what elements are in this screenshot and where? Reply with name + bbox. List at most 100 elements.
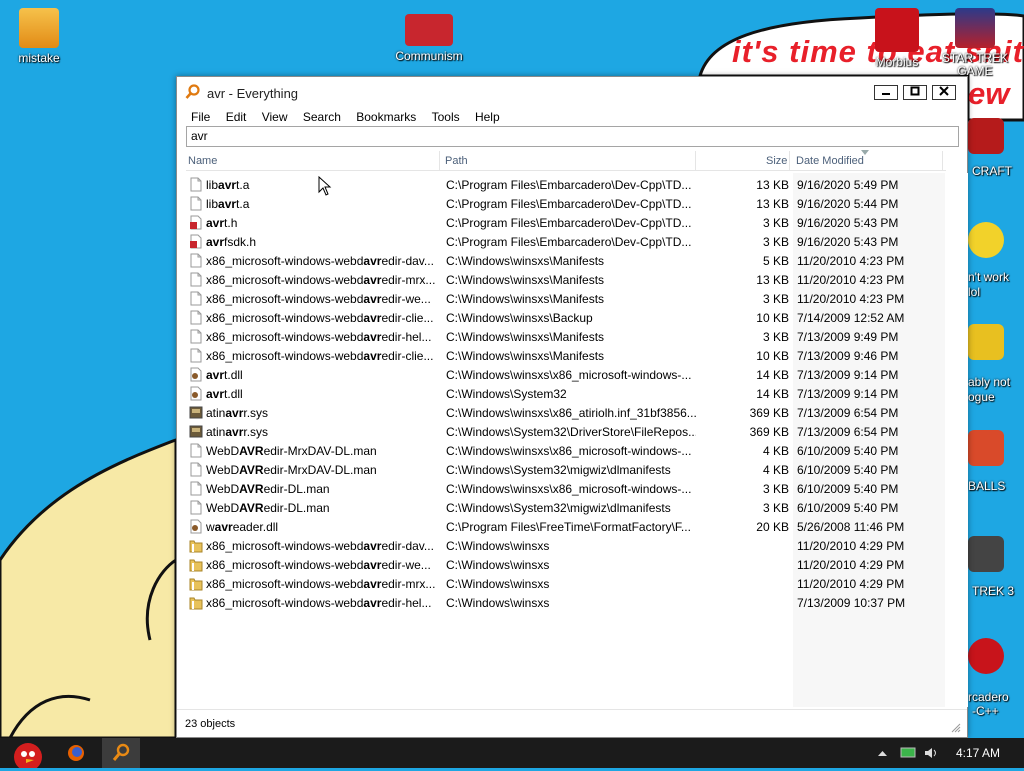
column-date-modified[interactable]: Date Modified [796,155,864,167]
desktop-icon-morbius[interactable]: Morbius [854,8,940,69]
network-icon[interactable] [900,747,916,759]
folder-icon [189,557,203,572]
file-size: 13 KB [756,197,789,211]
table-row[interactable]: wavreader.dll C:\Program Files\FreeTime\F… [177,517,969,536]
file-size: 20 KB [756,520,789,534]
file-date: 11/20/2010 4:29 PM [797,577,905,591]
pencil-icon[interactable] [968,430,1004,466]
file-icon [189,481,203,496]
file-size: 3 KB [762,235,789,249]
file-size: 10 KB [756,349,789,363]
file-path: C:\Windows\winsxs [446,558,550,572]
file-size: 13 KB [756,273,789,287]
minecraft-icon[interactable] [968,118,1004,154]
desktop-icon-star-trek-game[interactable]: STAR TREK GAME [932,8,1018,78]
table-row[interactable]: atinavrr.sys C:\Windows\winsxs\x86_atirio… [177,403,969,422]
file-icon [189,310,203,325]
game-icon [955,8,995,48]
file-path: C:\Windows\winsxs\x86_atiriolh.inf_31bf3… [446,406,696,420]
table-row[interactable]: x86_microsoft-windows-webdavredir-mrx...… [177,270,969,289]
column-path[interactable]: Path [445,155,468,167]
close-button[interactable] [932,85,956,100]
minimize-button[interactable] [874,85,898,100]
table-row[interactable]: x86_microsoft-windows-webdavredir-we... C… [177,555,969,574]
table-row[interactable]: atinavrr.sys C:\Windows\System32\DriverSt… [177,422,969,441]
menu-tools[interactable]: Tools [426,107,466,127]
sort-arrow-icon [861,150,869,155]
menu-file[interactable]: File [185,107,216,127]
table-row[interactable]: x86_microsoft-windows-webdavredir-hel...… [177,327,969,346]
menu-search[interactable]: Search [297,107,347,127]
table-row[interactable]: WebDAVRedir-DL.man C:\Windows\System32\mi… [177,498,969,517]
table-row[interactable]: x86_microsoft-windows-webdavredir-clie..… [177,346,969,365]
start-button[interactable] [4,738,50,771]
file-size: 10 KB [756,311,789,325]
column-divider[interactable] [942,151,943,171]
table-row[interactable]: x86_microsoft-windows-webdavredir-we... C… [177,289,969,308]
file-date: 7/13/2009 10:37 PM [797,596,906,610]
file-path: C:\Windows\winsxs\x86_microsoft-windows-… [446,444,692,458]
file-date: 9/16/2020 5:49 PM [797,178,899,192]
menu-help[interactable]: Help [469,107,506,127]
file-size: 369 KB [749,425,789,439]
volume-icon[interactable] [924,747,940,759]
gear-icon[interactable] [968,324,1004,360]
file-date: 7/13/2009 6:54 PM [797,425,899,439]
search-input[interactable]: avr [186,126,959,147]
side-label: -C++ [972,704,999,718]
file-name: x86_microsoft-windows-webdavredir-hel... [206,330,432,344]
desktop-icon-mistake[interactable]: mistake [0,8,82,65]
file-date: 11/20/2010 4:29 PM [797,558,905,572]
menu-bookmarks[interactable]: Bookmarks [350,107,422,127]
angry-bird-icon [14,743,42,771]
table-row[interactable]: x86_microsoft-windows-webdavredir-dav...… [177,536,969,555]
file-path: C:\Windows\winsxs\Manifests [446,349,605,363]
column-name[interactable]: Name [188,155,217,167]
dev-cpp-icon[interactable] [968,638,1004,674]
table-row[interactable]: avrt.h C:\Program Files\Embarcadero\Dev-C… [177,213,969,232]
desktop-icon-communism[interactable]: Communism [386,8,472,63]
menu-edit[interactable]: Edit [220,107,253,127]
table-row[interactable]: libavrt.a C:\Program Files\Embarcadero\De… [177,175,969,194]
maximize-button[interactable] [903,85,927,100]
file-path: C:\Program Files\Embarcadero\Dev-Cpp\TD.… [446,235,692,249]
column-divider[interactable] [695,151,696,171]
file-size: 3 KB [762,216,789,230]
taskbar-everything[interactable] [102,738,140,768]
clock[interactable]: 4:17 AM [956,746,1000,760]
table-row[interactable]: WebDAVRedir-MrxDAV-DL.man C:\Windows\wins… [177,441,969,460]
table-row[interactable]: libavrt.a C:\Program Files\Embarcadero\De… [177,194,969,213]
file-date: 11/20/2010 4:29 PM [797,539,905,553]
column-divider[interactable] [439,151,440,171]
column-divider[interactable] [789,151,790,171]
show-hidden-icons-icon[interactable] [876,747,889,759]
star-trek-icon[interactable] [968,536,1004,572]
minimize-icon [882,93,890,95]
maximize-icon [910,86,920,96]
table-row[interactable]: x86_microsoft-windows-webdavredir-dav...… [177,251,969,270]
file-name: x86_microsoft-windows-webdavredir-we... [206,292,431,306]
table-row[interactable]: x86_microsoft-windows-webdavredir-clie..… [177,308,969,327]
menu-view[interactable]: View [256,107,294,127]
table-row[interactable]: avrfsdk.h C:\Program Files\Embarcadero\De… [177,232,969,251]
smiley-icon[interactable] [968,222,1004,258]
table-row[interactable]: avrt.dll C:\Windows\System32 14 KB 7/13/200… [177,384,969,403]
table-row[interactable]: x86_microsoft-windows-webdavredir-mrx...… [177,574,969,593]
file-date: 11/20/2010 4:23 PM [797,292,905,306]
side-label: TREK 3 [972,584,1015,598]
file-path: C:\Windows\winsxs\x86_microsoft-windows-… [446,482,692,496]
wallpaper-text-2: ew [968,76,1010,111]
title-bar[interactable]: avr - Everything [177,77,967,107]
file-icon [189,348,203,363]
taskbar-firefox[interactable] [58,738,94,768]
table-row[interactable]: x86_microsoft-windows-webdavredir-hel...… [177,593,969,612]
file-icon [189,253,203,268]
column-size[interactable]: Size [766,155,787,167]
mouse-cursor-icon [318,176,332,196]
table-row[interactable]: WebDAVRedir-DL.man C:\Windows\winsxs\x86_… [177,479,969,498]
resize-grip-icon[interactable] [951,723,961,733]
file-path: C:\Windows\System32\migwiz\dlmanifests [446,463,671,477]
table-row[interactable]: WebDAVRedir-MrxDAV-DL.man C:\Windows\Syst… [177,460,969,479]
file-name: x86_microsoft-windows-webdavredir-mrx... [206,273,436,287]
table-row[interactable]: avrt.dll C:\Windows\winsxs\x86_microsoft-… [177,365,969,384]
